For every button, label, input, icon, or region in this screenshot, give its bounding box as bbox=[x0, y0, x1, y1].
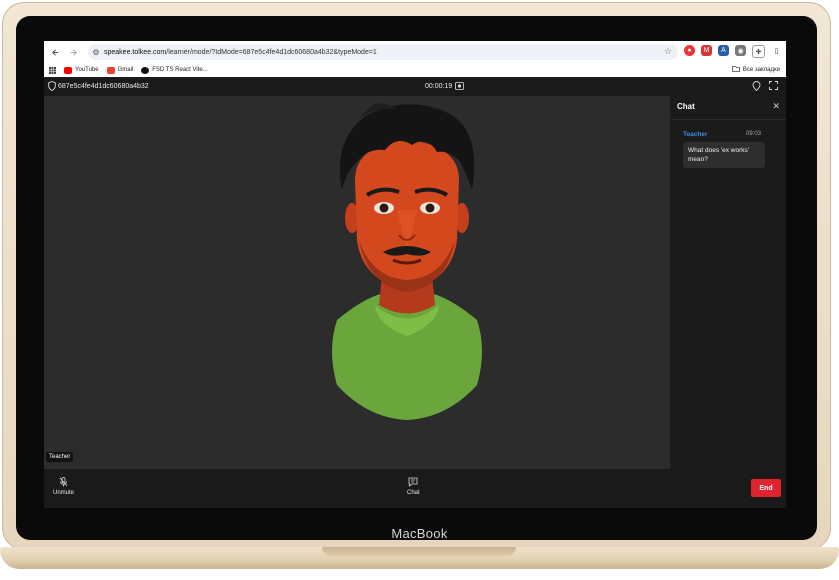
folder-icon bbox=[731, 66, 740, 74]
bookmark-star-icon[interactable]: ☆ bbox=[664, 46, 672, 57]
shield-icon bbox=[48, 81, 56, 91]
meeting-controls: Unmute Chat End bbox=[44, 469, 786, 508]
chat-bubble-icon bbox=[408, 477, 418, 487]
bookmark-gmail[interactable]: Gmail bbox=[106, 66, 134, 74]
sidebar-icon[interactable]: ▯ bbox=[771, 45, 782, 56]
teacher-avatar bbox=[332, 103, 482, 420]
video-stage: Teacher bbox=[44, 96, 670, 469]
unmute-button[interactable]: Unmute bbox=[53, 477, 74, 496]
speaker-name-tag: Teacher bbox=[46, 452, 74, 462]
camera-extension-icon[interactable]: ◉ bbox=[735, 45, 746, 56]
device-label: MacBook bbox=[391, 526, 448, 541]
all-bookmarks[interactable]: Все закладки bbox=[731, 66, 780, 74]
forward-icon[interactable] bbox=[66, 45, 80, 59]
fullscreen-icon[interactable] bbox=[769, 81, 778, 90]
bookmark-label: Gmail bbox=[117, 67, 134, 73]
chat-title: Chat bbox=[677, 102, 695, 111]
bookmarks-bar: YouTube Gmail FSD TS React Vite... Все з… bbox=[44, 63, 786, 77]
bookmark-label: YouTube bbox=[75, 67, 99, 73]
bookmark-label: FSD TS React Vite... bbox=[152, 67, 208, 73]
meeting-app: 687e5c4fe4d1dc60680a4b32 00:00:19 Teache… bbox=[44, 78, 786, 508]
youtube-icon bbox=[64, 66, 72, 74]
address-bar[interactable]: ⚙ speakee.tolkee.com/learner/mode/?IdMod… bbox=[88, 44, 678, 60]
chat-message-text: What does 'ex works' mean? bbox=[683, 142, 765, 168]
location-pin-icon[interactable] bbox=[752, 81, 761, 91]
chat-toggle-button[interactable]: Chat bbox=[407, 477, 420, 496]
apps-grid-icon[interactable] bbox=[49, 66, 56, 74]
extensions-row: ● M A ◉ ✚ ▯ ● ⋮ bbox=[684, 45, 786, 58]
end-call-button[interactable]: End bbox=[751, 479, 781, 497]
translate-extension-icon[interactable]: A bbox=[718, 45, 729, 56]
github-icon bbox=[141, 66, 150, 74]
chat-message-time: 09:03 bbox=[745, 131, 761, 137]
recording-icon[interactable] bbox=[455, 82, 464, 90]
browser-toolbar: ⚙ speakee.tolkee.com/learner/mode/?IdMod… bbox=[44, 41, 786, 64]
chat-toggle-label: Chat bbox=[407, 490, 420, 496]
extensions-puzzle-icon[interactable]: ✚ bbox=[752, 45, 765, 58]
adblock-extension-icon[interactable]: ● bbox=[684, 45, 695, 56]
chat-divider bbox=[671, 119, 786, 120]
call-timer: 00:00:19 bbox=[425, 83, 453, 90]
chat-message-author: Teacher bbox=[683, 131, 708, 138]
close-icon[interactable]: ✕ bbox=[772, 101, 780, 112]
gmail-extension-icon[interactable]: M bbox=[701, 45, 712, 56]
all-bookmarks-label: Все закладки bbox=[742, 67, 780, 73]
laptop-notch bbox=[322, 547, 516, 556]
site-info-icon[interactable]: ⚙ bbox=[88, 48, 104, 57]
chat-panel: Chat ✕ Teacher 09:03 What does 'ex works… bbox=[671, 96, 786, 469]
gmail-icon bbox=[106, 66, 115, 74]
session-id: 687e5c4fe4d1dc60680a4b32 bbox=[58, 83, 149, 90]
address-url: speakee.tolkee.com/learner/mode/?IdMode=… bbox=[104, 48, 377, 56]
screen: ⚙ speakee.tolkee.com/learner/mode/?IdMod… bbox=[44, 41, 786, 508]
muted-mic-icon bbox=[59, 477, 68, 487]
bookmark-github[interactable]: FSD TS React Vite... bbox=[141, 66, 208, 74]
unmute-label: Unmute bbox=[53, 490, 75, 496]
back-icon[interactable] bbox=[48, 45, 62, 59]
bookmark-youtube[interactable]: YouTube bbox=[64, 66, 99, 74]
meeting-topbar: 687e5c4fe4d1dc60680a4b32 00:00:19 bbox=[44, 78, 786, 96]
